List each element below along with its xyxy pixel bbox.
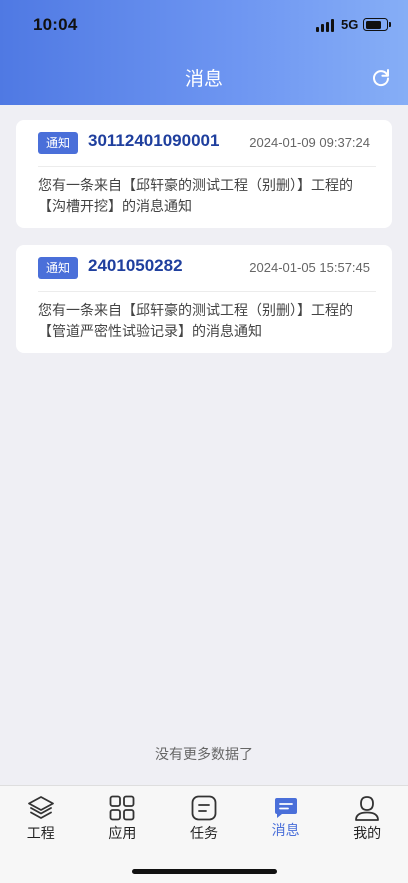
signal-icon [316,19,336,32]
message-timestamp: 2024-01-05 15:57:45 [249,260,370,275]
user-icon [353,794,381,822]
tab-label: 工程 [26,826,55,842]
tab-apps[interactable]: 应用 [82,786,164,846]
tab-profile[interactable]: 我的 [326,786,408,846]
tab-label: 我的 [353,826,382,842]
message-number: 2401050282 [88,256,183,275]
message-card[interactable]: 通知 2401050282 2024-01-05 15:57:45 您有一条来自… [16,245,392,353]
network-label: 5G [341,17,359,32]
tab-project[interactable]: 工程 [0,786,82,846]
message-content: 您有一条来自【邱轩豪的测试工程（别删）】工程的【管道严密性试验记录】的消息通知 [38,303,353,340]
message-timestamp: 2024-01-09 09:37:24 [249,135,370,150]
tab-messages[interactable]: 消息 [245,786,327,846]
tab-label: 应用 [108,826,137,842]
card-divider [38,291,376,292]
header-bar: 10:04 5G 消息 [0,0,408,105]
message-card-header: 通知 30112401090001 2024-01-09 09:37:24 [16,120,392,166]
status-time: 10:04 [33,15,78,34]
task-icon [190,794,218,822]
home-indicator[interactable] [132,869,277,874]
tab-tasks[interactable]: 任务 [163,786,245,846]
message-card-header: 通知 2401050282 2024-01-05 15:57:45 [16,245,392,291]
battery-icon [363,18,391,31]
layers-icon [27,794,55,822]
message-card[interactable]: 通知 30112401090001 2024-01-09 09:37:24 您有… [16,120,392,228]
tab-label: 消息 [271,823,300,839]
message-icon [272,794,300,822]
message-number: 30112401090001 [88,131,220,150]
notice-tag: 通知 [38,257,78,279]
status-bar: 10:04 5G [0,0,408,52]
refresh-icon[interactable] [370,66,392,88]
tab-label: 任务 [189,826,218,842]
card-divider [38,166,376,167]
message-content: 您有一条来自【邱轩豪的测试工程（别删）】工程的【沟槽开挖】的消息通知 [38,178,353,215]
notice-tag: 通知 [38,132,78,154]
no-more-data-label: 没有更多数据了 [155,747,253,763]
grid-icon [108,794,136,822]
page-title: 消息 [184,68,223,90]
